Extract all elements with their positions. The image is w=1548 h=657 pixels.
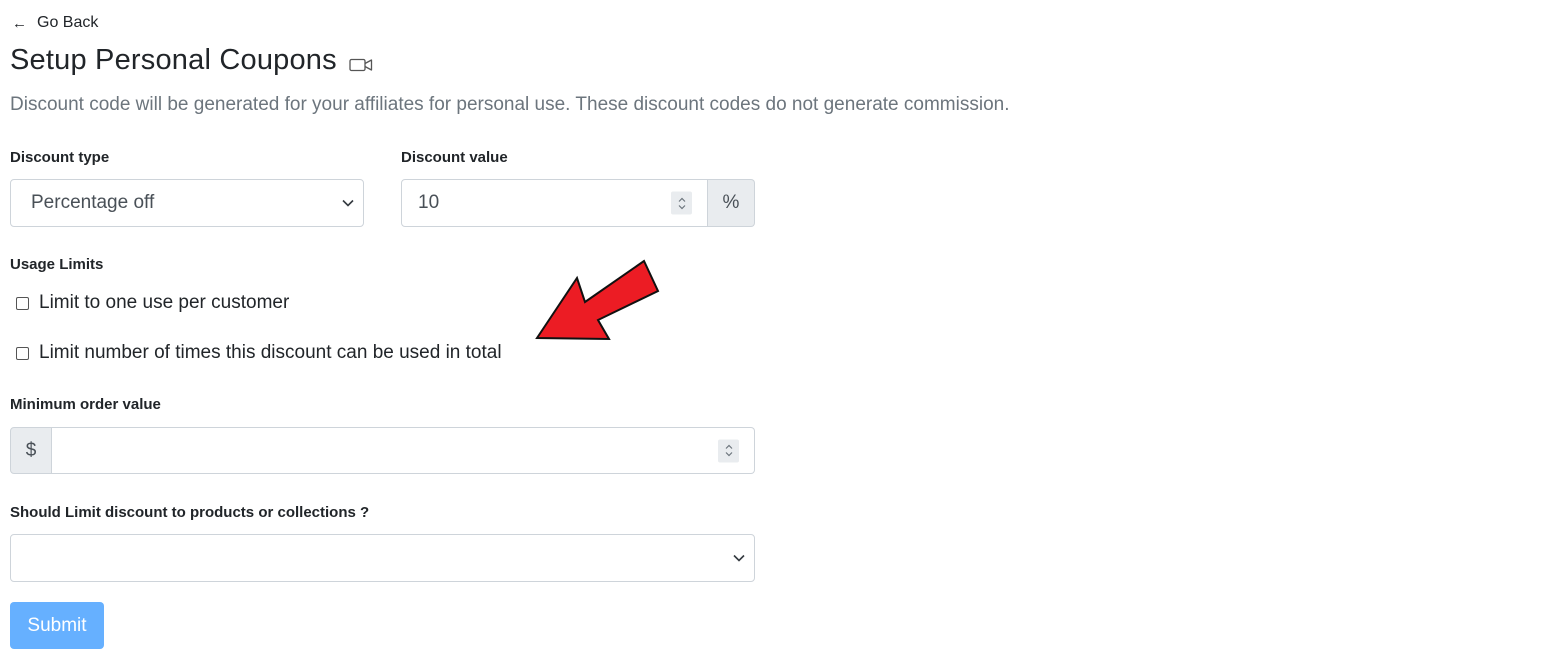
annotation-arrow-icon	[535, 259, 660, 341]
limit-total-uses-label: Limit number of times this discount can …	[39, 342, 502, 363]
limit-products-select[interactable]	[10, 534, 755, 582]
page: ← Go Back Setup Personal Coupons Discoun…	[0, 0, 1548, 657]
page-subtitle: Discount code will be generated for your…	[10, 94, 1010, 115]
page-title: Setup Personal Coupons	[10, 44, 337, 76]
limit-one-per-customer-label: Limit to one use per customer	[39, 292, 290, 313]
minimum-order-label: Minimum order value	[10, 396, 161, 413]
dollar-addon: $	[10, 427, 52, 474]
discount-value-text: 10	[418, 192, 440, 213]
usage-limits-label: Usage Limits	[10, 256, 104, 273]
number-spinner-icon[interactable]	[718, 439, 739, 462]
discount-type-selected: Percentage off	[31, 192, 155, 213]
chevron-down-icon	[341, 198, 355, 208]
discount-type-select[interactable]: Percentage off	[10, 179, 364, 227]
limit-one-per-customer-checkbox[interactable]	[16, 296, 29, 310]
number-spinner-icon[interactable]	[671, 191, 692, 215]
video-camera-icon[interactable]	[349, 57, 373, 73]
discount-type-label: Discount type	[10, 149, 110, 166]
go-back-label: Go Back	[37, 14, 99, 31]
annotation-arrow-shape	[535, 259, 660, 341]
discount-value-label: Discount value	[401, 149, 508, 166]
arrow-left-icon: ←	[12, 14, 27, 32]
minimum-order-input[interactable]	[52, 427, 755, 474]
limit-one-per-customer-option[interactable]: Limit to one use per customer	[16, 292, 289, 314]
limit-total-uses-option[interactable]: Limit number of times this discount can …	[16, 342, 502, 364]
discount-value-input[interactable]: 10	[401, 179, 708, 227]
page-header: Setup Personal Coupons	[10, 44, 373, 77]
limit-total-uses-checkbox[interactable]	[16, 346, 29, 360]
discount-value-group: 10 %	[401, 179, 755, 227]
go-back-link[interactable]: ← Go Back	[12, 14, 98, 32]
percent-addon: %	[708, 179, 755, 227]
submit-button[interactable]: Submit	[10, 602, 104, 649]
minimum-order-group: $	[10, 427, 755, 474]
chevron-down-icon	[732, 553, 746, 563]
limit-products-label: Should Limit discount to products or col…	[10, 504, 370, 521]
